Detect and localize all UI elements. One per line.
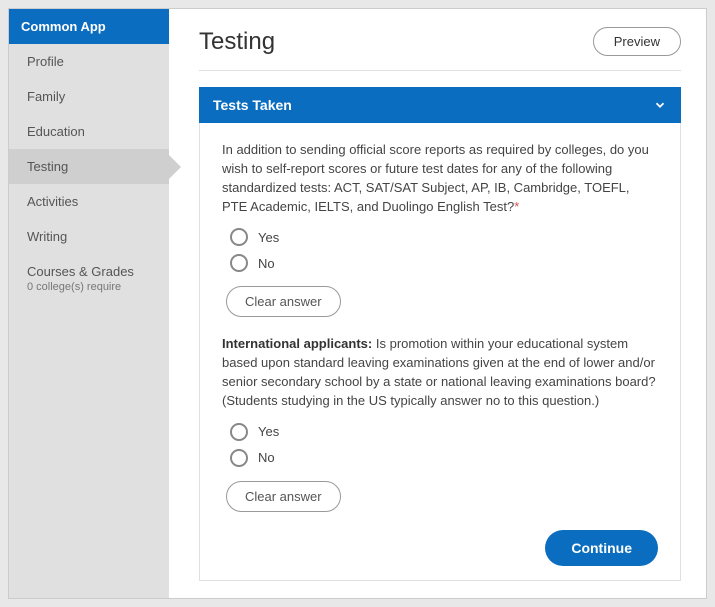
radio-option-yes[interactable]: Yes (222, 423, 658, 441)
chevron-down-icon (653, 98, 667, 112)
question-international: International applicants: Is promotion w… (222, 335, 658, 511)
sidebar-item-label: Courses & Grades (27, 264, 134, 279)
sidebar-item-activities[interactable]: Activities (9, 184, 169, 219)
sidebar-item-label: Education (27, 124, 85, 139)
radio-label: Yes (258, 424, 279, 439)
question-text: In addition to sending official score re… (222, 141, 658, 216)
question-text-content: In addition to sending official score re… (222, 142, 649, 214)
section-header-tests-taken[interactable]: Tests Taken (199, 87, 681, 123)
sidebar-item-family[interactable]: Family (9, 79, 169, 114)
app-container: Common App Profile Family Education Test… (8, 8, 707, 599)
clear-answer-button[interactable]: Clear answer (226, 286, 341, 317)
sidebar-header: Common App (9, 9, 169, 44)
radio-icon (230, 254, 248, 272)
sidebar-item-label: Family (27, 89, 65, 104)
radio-label: No (258, 450, 275, 465)
radio-icon (230, 423, 248, 441)
radio-label: Yes (258, 230, 279, 245)
sidebar-item-label: Writing (27, 229, 67, 244)
required-asterisk: * (514, 199, 519, 214)
sidebar: Common App Profile Family Education Test… (9, 9, 169, 598)
sidebar-item-profile[interactable]: Profile (9, 44, 169, 79)
radio-icon (230, 228, 248, 246)
sidebar-item-label: Profile (27, 54, 64, 69)
sidebar-item-courses-grades[interactable]: Courses & Grades 0 college(s) require (9, 254, 169, 303)
continue-button[interactable]: Continue (545, 530, 658, 566)
radio-option-yes[interactable]: Yes (222, 228, 658, 246)
sidebar-item-label: Activities (27, 194, 78, 209)
page-title: Testing (199, 28, 275, 56)
preview-button[interactable]: Preview (593, 27, 681, 56)
main-content: Testing Preview Tests Taken In addition … (169, 9, 706, 598)
section-title: Tests Taken (213, 97, 292, 113)
radio-icon (230, 449, 248, 467)
continue-row: Continue (222, 530, 658, 566)
sidebar-item-label: Testing (27, 159, 68, 174)
question-self-report: In addition to sending official score re… (222, 141, 658, 317)
sidebar-item-writing[interactable]: Writing (9, 219, 169, 254)
clear-answer-button[interactable]: Clear answer (226, 481, 341, 512)
section-body: In addition to sending official score re… (199, 123, 681, 581)
main-header: Testing Preview (199, 27, 681, 71)
question-text: International applicants: Is promotion w… (222, 335, 658, 410)
question-bold-prefix: International applicants: (222, 336, 372, 351)
radio-option-no[interactable]: No (222, 254, 658, 272)
sidebar-item-subtext: 0 college(s) require (27, 281, 151, 293)
sidebar-item-testing[interactable]: Testing (9, 149, 169, 184)
sidebar-item-education[interactable]: Education (9, 114, 169, 149)
radio-label: No (258, 256, 275, 271)
radio-option-no[interactable]: No (222, 449, 658, 467)
